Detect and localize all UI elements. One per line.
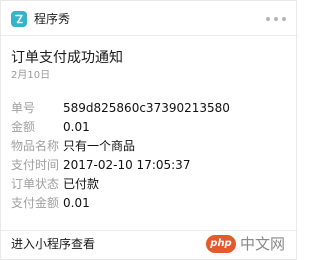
- detail-label: 金额: [11, 120, 36, 134]
- message-date: 2月10日: [11, 70, 51, 81]
- watermark-logo: php: [206, 235, 236, 253]
- detail-label: 物品名称: [11, 139, 60, 153]
- detail-value: 2017-02-10 17:05:37: [63, 158, 191, 172]
- app-name: 程序秀: [34, 12, 71, 26]
- detail-value: 只有一个商品: [63, 139, 136, 153]
- more-icon[interactable]: [266, 17, 286, 21]
- detail-value: 0.01: [63, 120, 90, 134]
- detail-value: 已付款: [63, 177, 100, 191]
- detail-row-payment-time: 支付时间 2017-02-10 17:05:37: [11, 156, 291, 175]
- detail-label: 支付时间: [11, 158, 60, 172]
- card-header: 程序秀: [1, 1, 298, 35]
- open-mini-program-link[interactable]: 进入小程序查看: [11, 235, 95, 253]
- detail-list: 单号 589d825860c37390213580 金额 0.01 物品名称 只…: [11, 99, 291, 213]
- watermark-logo-text: php: [210, 238, 232, 249]
- template-message-card: 程序秀 订单支付成功通知 2月10日 单号 589d825860c3739021…: [0, 0, 298, 260]
- detail-row-order-number: 单号 589d825860c37390213580: [11, 99, 291, 118]
- watermark-text: 中文网: [240, 235, 286, 253]
- detail-value: 589d825860c37390213580: [63, 101, 230, 115]
- detail-label: 支付金额: [11, 196, 60, 210]
- detail-row-item-name: 物品名称 只有一个商品: [11, 137, 291, 156]
- detail-row-order-status: 订单状态 已付款: [11, 175, 291, 194]
- header-divider: [1, 35, 298, 36]
- detail-row-amount: 金额 0.01: [11, 118, 291, 137]
- detail-value: 0.01: [63, 196, 90, 210]
- mini-program-icon: [11, 11, 27, 27]
- footer-divider: [1, 230, 298, 231]
- detail-label: 单号: [11, 101, 36, 115]
- detail-row-payment-amount: 支付金额 0.01: [11, 194, 291, 213]
- message-title: 订单支付成功通知: [11, 50, 123, 66]
- detail-label: 订单状态: [11, 177, 60, 191]
- watermark: php 中文网: [206, 233, 292, 257]
